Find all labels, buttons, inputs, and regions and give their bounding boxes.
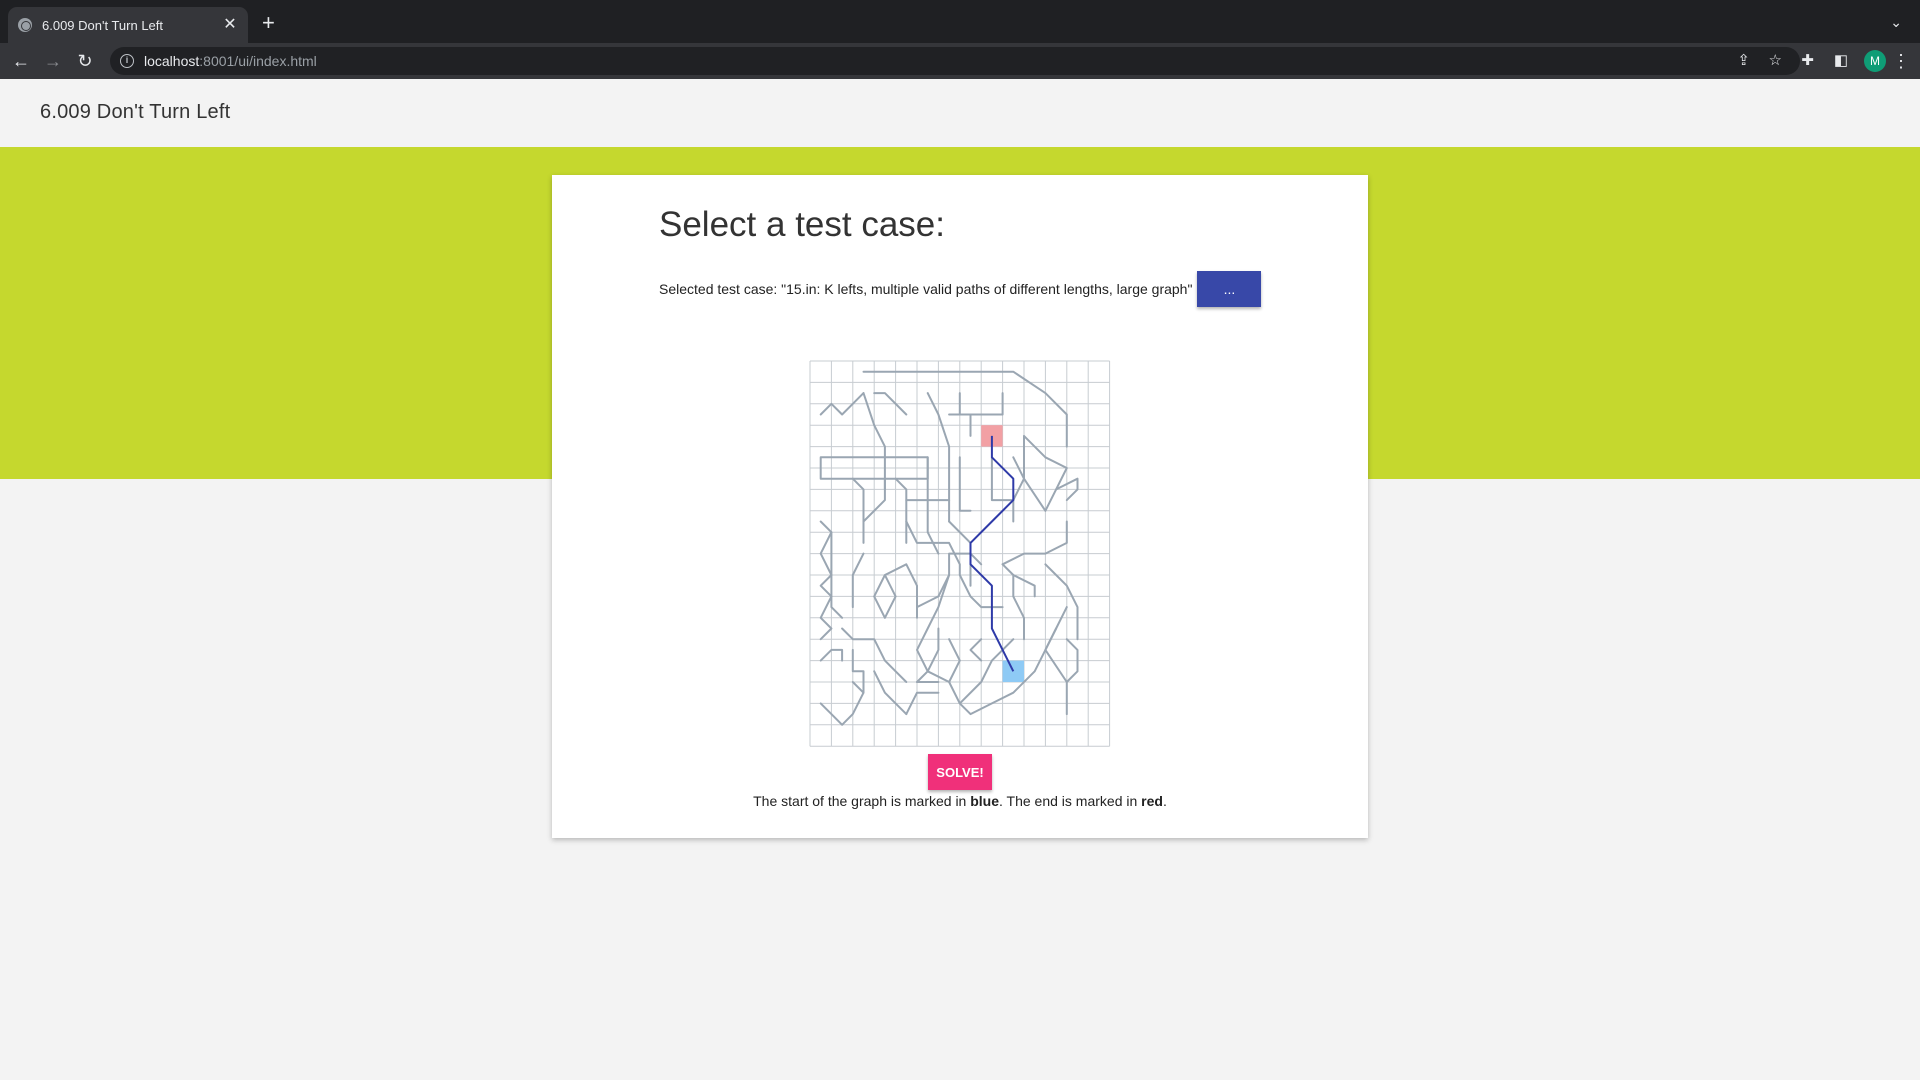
extensions-icon[interactable]: ✚: [1801, 51, 1814, 71]
menu-icon[interactable]: ⋮: [1892, 51, 1910, 71]
graph-edge: [819, 520, 833, 641]
graph-edge: [1012, 574, 1025, 641]
graph-edge: [1001, 520, 1068, 566]
graph-edge: [958, 456, 972, 512]
app-header: 6.009 Don't Turn Left: [0, 79, 1920, 147]
forward-icon[interactable]: →: [41, 49, 65, 73]
browser-tab-strip: 6.009 Don't Turn Left ✕ + ⌄: [0, 0, 1920, 43]
graph-edge: [916, 552, 983, 609]
graph-edge: [851, 552, 865, 609]
selected-test-case-label: Selected test case: "15.in: K lefts, mul…: [659, 281, 1193, 297]
info-icon[interactable]: i: [120, 54, 134, 68]
graph-edge: [969, 638, 983, 662]
page-title: 6.009 Don't Turn Left: [40, 101, 231, 123]
legend-text: The start of the graph is marked in blue…: [753, 793, 1167, 809]
graph-edge: [905, 520, 1004, 609]
side-panel-icon[interactable]: ◧: [1834, 51, 1848, 71]
share-icon[interactable]: ⇪: [1737, 51, 1750, 69]
tab-title: 6.009 Don't Turn Left: [42, 17, 164, 33]
graph-edge: [926, 627, 1015, 705]
graph-edge: [1001, 563, 1036, 598]
graph-edge: [926, 456, 940, 555]
chevron-down-icon[interactable]: ⌄: [1890, 14, 1902, 31]
graph-edge: [1044, 627, 1079, 683]
reload-icon[interactable]: ↻: [73, 49, 97, 73]
url-text: localhost:8001/ui/index.html: [144, 53, 317, 69]
legend-start-word: blue: [970, 793, 1000, 809]
close-icon[interactable]: ✕: [222, 17, 238, 33]
star-icon[interactable]: ☆: [1769, 51, 1782, 69]
graph-edge: [851, 681, 865, 694]
address-bar[interactable]: i localhost:8001/ui/index.html ⇪ ☆: [110, 47, 1800, 75]
browser-toolbar: ← → ↻ i localhost:8001/ui/index.html ⇪ ☆…: [0, 43, 1920, 79]
browser-tab[interactable]: 6.009 Don't Turn Left ✕: [8, 7, 248, 43]
choose-test-case-button[interactable]: ...: [1197, 271, 1262, 307]
test-case-card: Select a test case: Selected test case: …: [552, 175, 1368, 838]
selected-test-case-row: Selected test case: "15.in: K lefts, mul…: [659, 271, 1262, 307]
back-icon[interactable]: ←: [9, 49, 33, 73]
graph-canvas: [809, 360, 1111, 747]
globe-icon: [18, 18, 32, 32]
graph-edge: [1044, 563, 1079, 641]
avatar[interactable]: M: [1864, 50, 1886, 72]
solve-button[interactable]: SOLVE!: [928, 754, 992, 790]
card-heading: Select a test case:: [659, 205, 945, 244]
new-tab-icon[interactable]: +: [262, 12, 275, 34]
graph-edge: [862, 370, 1068, 448]
graph-edge: [916, 574, 951, 683]
legend-end-word: red: [1141, 793, 1163, 809]
